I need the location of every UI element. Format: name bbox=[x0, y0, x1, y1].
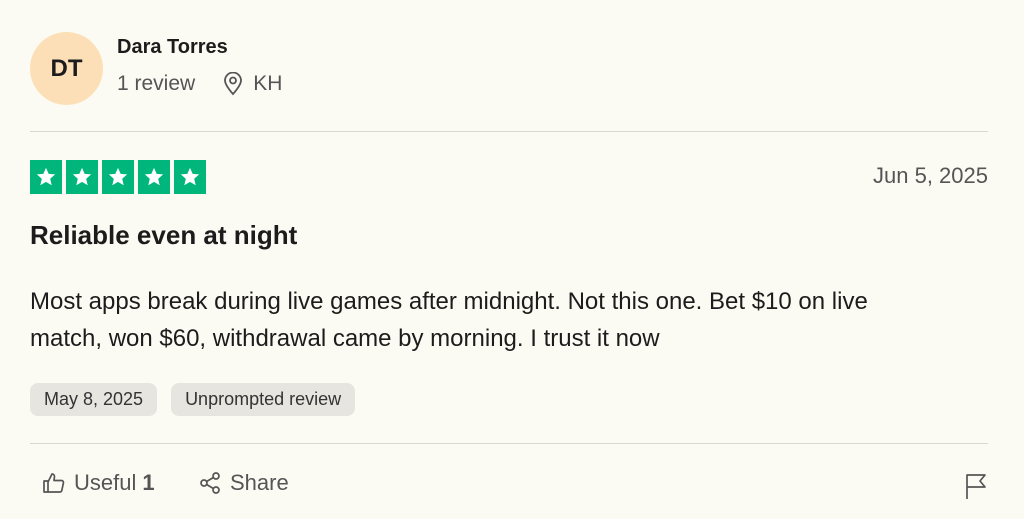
flag-icon bbox=[964, 474, 988, 504]
share-button[interactable]: Share bbox=[198, 470, 289, 496]
review-actions: Useful 1 Share bbox=[30, 470, 988, 506]
star-icon bbox=[138, 160, 170, 194]
avatar-initials: DT bbox=[50, 54, 83, 82]
star-rating bbox=[30, 160, 206, 194]
star-icon bbox=[174, 160, 206, 194]
star-icon bbox=[30, 160, 62, 194]
share-icon bbox=[198, 471, 222, 495]
share-label: Share bbox=[230, 470, 289, 495]
reviewer-meta: 1 review KH bbox=[117, 72, 282, 96]
review-title[interactable]: Reliable even at night bbox=[30, 220, 297, 251]
review-body: Most apps break during live games after … bbox=[30, 288, 868, 352]
star-icon bbox=[102, 160, 134, 194]
location-pin-icon bbox=[223, 72, 243, 96]
avatar[interactable]: DT bbox=[30, 32, 103, 105]
review-type-badge[interactable]: Unprompted review bbox=[171, 383, 356, 416]
thumbs-up-icon bbox=[42, 471, 66, 495]
review-card: DT Dara Torres 1 review KH Jun 5, 2025 R… bbox=[30, 0, 988, 519]
useful-label: Useful bbox=[74, 470, 137, 495]
header-divider bbox=[30, 131, 988, 132]
review-tags: May 8, 2025 Unprompted review bbox=[30, 383, 356, 416]
report-button[interactable] bbox=[964, 472, 988, 505]
reviewer-name[interactable]: Dara Torres bbox=[117, 36, 228, 59]
useful-button[interactable]: Useful 1 bbox=[42, 470, 155, 496]
star-icon bbox=[66, 160, 98, 194]
useful-count: 1 bbox=[142, 470, 155, 495]
reviewer-country: KH bbox=[253, 72, 283, 95]
actions-divider bbox=[30, 443, 988, 444]
review-date: Jun 5, 2025 bbox=[873, 163, 988, 188]
experience-date-badge: May 8, 2025 bbox=[30, 383, 158, 416]
reviewer-header: DT Dara Torres 1 review KH bbox=[30, 32, 988, 105]
review-count: 1 review bbox=[117, 72, 196, 95]
